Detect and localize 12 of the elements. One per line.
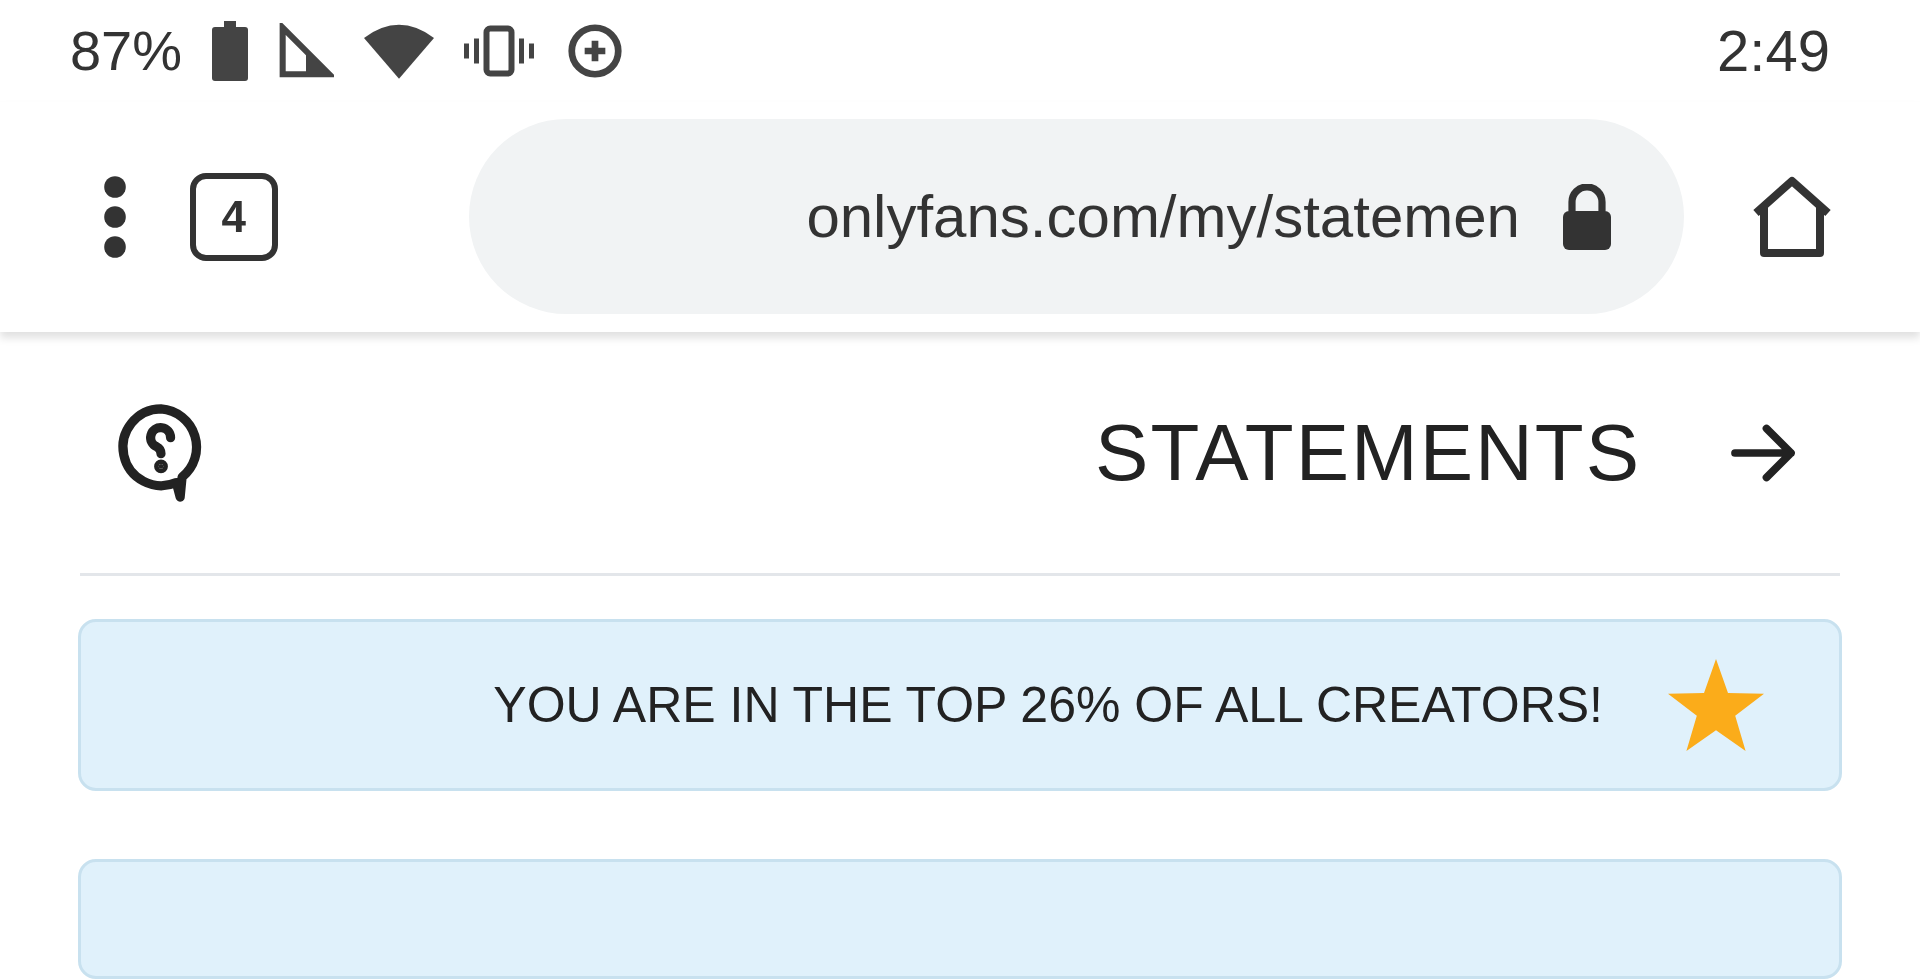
battery-percentage: 87% — [70, 17, 183, 84]
status-time: 2:49 — [1717, 17, 1830, 86]
tab-switcher-button[interactable]: 4 — [190, 172, 278, 261]
signal-icon — [278, 22, 335, 79]
ranking-text: YOU ARE IN THE TOP 26% OF ALL CREATORS! — [493, 675, 1603, 735]
battery-icon — [212, 20, 249, 81]
address-bar[interactable]: onlyfans.com/my/statemen — [469, 119, 1684, 315]
page-title: STATEMENTS — [1095, 406, 1641, 499]
lock-icon — [1560, 183, 1614, 250]
star-icon — [1668, 659, 1764, 751]
wifi-icon — [364, 22, 435, 79]
url-text: onlyfans.com/my/statemen — [806, 181, 1520, 252]
